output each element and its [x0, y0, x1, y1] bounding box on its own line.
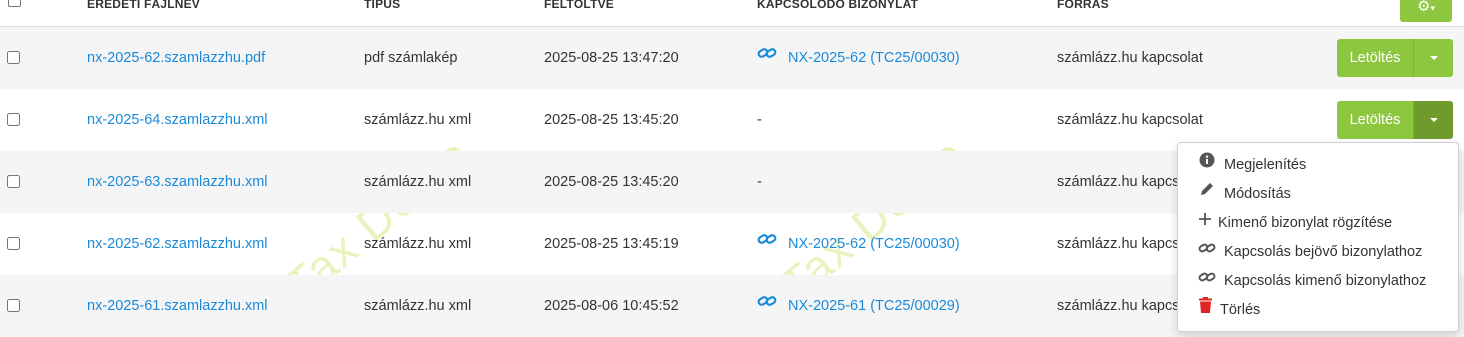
- col-header-uploaded[interactable]: FELTÖLTVE: [544, 0, 614, 11]
- filename-link[interactable]: nx-2025-63.szamlazzhu.xml: [87, 174, 268, 190]
- uploaded-text: 2025-08-25 13:45:20: [544, 174, 679, 190]
- download-button[interactable]: Letöltés: [1337, 101, 1413, 139]
- menu-item-label: Törlés: [1220, 302, 1261, 318]
- type-text: számlázz.hu xml: [364, 174, 472, 190]
- menu-item-edit[interactable]: Módosítás: [1198, 182, 1291, 206]
- linked-document-text: -: [757, 112, 762, 128]
- filename-link[interactable]: nx-2025-62.szamlazzhu.xml: [87, 236, 268, 252]
- linked-document-link[interactable]: NX-2025-61 (TC25/00029): [788, 298, 960, 314]
- menu-item-label: Megjelenítés: [1224, 157, 1307, 173]
- column-settings-button[interactable]: ⚙▾: [1400, 0, 1452, 22]
- link-icon: [757, 25, 777, 87]
- type-text: számlázz.hu xml: [364, 112, 472, 128]
- link-icon: [1198, 239, 1216, 263]
- download-button-group: Letöltés: [1337, 101, 1453, 139]
- uploaded-text: 2025-08-25 13:45:19: [544, 236, 679, 252]
- col-header-linked[interactable]: KAPCSOLÓDÓ BIZONYLAT: [757, 0, 918, 11]
- filename-link[interactable]: nx-2025-61.szamlazzhu.xml: [87, 298, 268, 314]
- row-checkbox[interactable]: [7, 175, 20, 188]
- row-checkbox[interactable]: [7, 113, 20, 126]
- menu-item-label: Kapcsolás kimenő bizonylathoz: [1224, 273, 1427, 289]
- select-all-checkbox[interactable]: [8, 0, 21, 7]
- info-icon: [1198, 152, 1216, 176]
- row-checkbox[interactable]: [7, 299, 20, 312]
- row-checkbox[interactable]: [7, 237, 20, 250]
- download-dropdown-toggle[interactable]: [1413, 39, 1453, 77]
- gear-icon: ⚙: [1417, 0, 1431, 15]
- menu-item-label: Kapcsolás bejövő bizonylathoz: [1224, 244, 1423, 260]
- menu-item-create-outgoing[interactable]: Kimenő bizonylat rögzítése: [1198, 211, 1392, 235]
- download-dropdown-menu: Megjelenítés Módosítás Kimenő bizonylat …: [1177, 142, 1459, 332]
- menu-item-view[interactable]: Megjelenítés: [1198, 152, 1307, 177]
- type-text: számlázz.hu xml: [364, 298, 472, 314]
- filename-link[interactable]: nx-2025-62.szamlazzhu.pdf: [87, 50, 265, 66]
- uploaded-text: 2025-08-25 13:47:20: [544, 50, 679, 66]
- link-icon: [757, 211, 777, 273]
- menu-item-link-incoming[interactable]: Kapcsolás bejövő bizonylathoz: [1198, 240, 1422, 264]
- plus-icon: [1198, 210, 1212, 234]
- download-button[interactable]: Letöltés: [1337, 39, 1413, 77]
- download-dropdown-toggle[interactable]: [1413, 101, 1453, 139]
- link-icon: [1198, 268, 1216, 292]
- uploaded-text: 2025-08-06 10:45:52: [544, 298, 679, 314]
- linked-document-link[interactable]: NX-2025-62 (TC25/00030): [788, 236, 960, 252]
- uploaded-text: 2025-08-25 13:45:20: [544, 112, 679, 128]
- menu-item-delete[interactable]: Törlés: [1198, 297, 1261, 322]
- menu-item-label: Módosítás: [1224, 186, 1291, 202]
- table-row: nx-2025-62.szamlazzhu.pdf pdf számlakép …: [0, 27, 1464, 89]
- download-button-group: Letöltés: [1337, 39, 1453, 77]
- source-text: számlázz.hu kapcsolat: [1057, 50, 1203, 66]
- type-text: pdf számlakép: [364, 50, 458, 66]
- trash-icon: [1198, 297, 1212, 321]
- filename-link[interactable]: nx-2025-64.szamlazzhu.xml: [87, 112, 268, 128]
- linked-document-link[interactable]: NX-2025-62 (TC25/00030): [788, 50, 960, 66]
- table-header: EREDETI FÁJLNÉV TÍPUS FELTÖLTVE KAPCSOLÓ…: [0, 0, 1464, 27]
- menu-item-label: Kimenő bizonylat rögzítése: [1218, 215, 1393, 231]
- col-header-type[interactable]: TÍPUS: [364, 0, 400, 11]
- linked-document-text: -: [757, 174, 762, 190]
- menu-item-link-outgoing[interactable]: Kapcsolás kimenő bizonylathoz: [1198, 269, 1426, 293]
- col-header-filename[interactable]: EREDETI FÁJLNÉV: [87, 0, 200, 11]
- pencil-icon: [1198, 181, 1216, 205]
- type-text: számlázz.hu xml: [364, 236, 472, 252]
- link-icon: [757, 273, 777, 335]
- col-header-source[interactable]: FORRÁS: [1057, 0, 1109, 11]
- row-checkbox[interactable]: [7, 51, 20, 64]
